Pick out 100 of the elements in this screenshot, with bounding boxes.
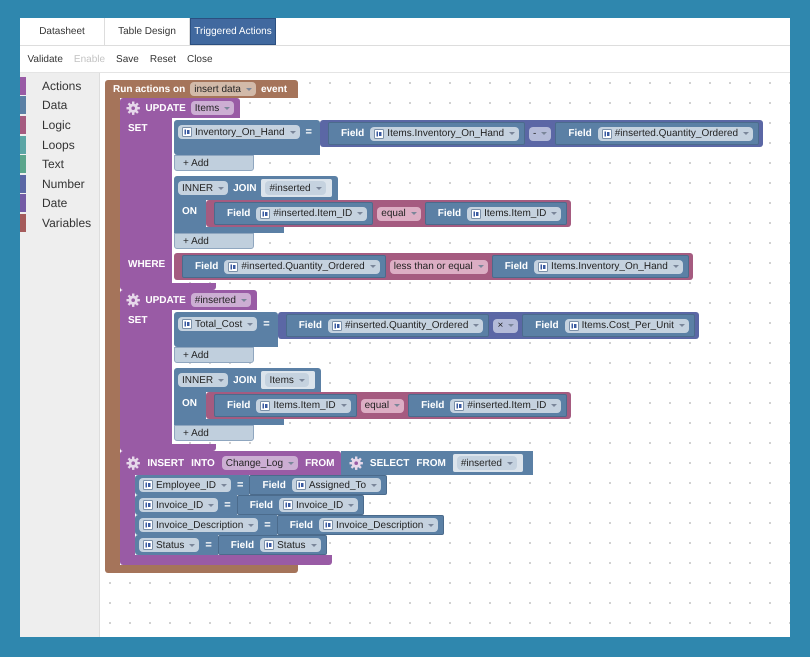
comparison-block[interactable]: Field Items.Item_ID equal Field #inserted.Item_ID bbox=[206, 392, 572, 419]
type-icon bbox=[332, 320, 342, 330]
field-block[interactable]: Field Items.Item_ID bbox=[214, 394, 357, 417]
field-block[interactable]: Field Items.Cost_Per_Unit bbox=[522, 314, 695, 337]
type-icon bbox=[143, 540, 153, 550]
join-block[interactable]: INNER JOIN #inserted bbox=[174, 176, 338, 200]
update-block-header[interactable]: UPDATE Items bbox=[120, 98, 240, 118]
table-dropdown[interactable]: Items bbox=[265, 373, 309, 387]
field-block[interactable]: Field Assigned_To bbox=[249, 475, 388, 495]
category-item[interactable]: Loops bbox=[42, 138, 75, 152]
column-dropdown[interactable]: Invoice_ID bbox=[139, 498, 218, 512]
toolbar-button[interactable]: Reset bbox=[144, 54, 182, 64]
select-block[interactable]: SELECT FROM #inserted bbox=[340, 451, 533, 475]
category-item[interactable]: Number bbox=[42, 176, 85, 191]
add-button[interactable]: + Add bbox=[174, 233, 254, 249]
field-dropdown[interactable]: Status bbox=[260, 538, 320, 552]
field-label: Field bbox=[504, 261, 528, 272]
equals-sign: = bbox=[237, 479, 244, 491]
assignment-block[interactable]: Status = bbox=[135, 535, 218, 555]
operator-dropdown[interactable]: × bbox=[493, 318, 518, 332]
field-dropdown[interactable]: Items.Cost_Per_Unit bbox=[564, 318, 689, 332]
column-dropdown[interactable]: Total_Cost bbox=[178, 317, 258, 331]
add-button[interactable]: + Add bbox=[174, 425, 254, 441]
table-dropdown[interactable]: Items bbox=[190, 101, 234, 115]
operator-dropdown[interactable]: equal bbox=[377, 206, 421, 220]
toolbar-button[interactable]: Validate bbox=[22, 54, 68, 64]
event-block-header[interactable]: Run actions on insert data event bbox=[105, 80, 298, 98]
field-dropdown[interactable]: #inserted.Item_ID bbox=[256, 206, 368, 220]
field-block[interactable]: Field Status bbox=[218, 535, 326, 555]
type-icon bbox=[228, 262, 238, 272]
field-block[interactable]: Field Invoice_Description bbox=[276, 515, 444, 535]
assignment-block[interactable]: Inventory_On_Hand = bbox=[174, 120, 320, 155]
field-block[interactable]: Field #inserted.Quantity_Ordered bbox=[555, 122, 760, 145]
assignment-block[interactable]: Invoice_Description = bbox=[135, 515, 277, 535]
operator-dropdown[interactable]: - bbox=[529, 126, 552, 140]
toolbar-button[interactable]: Close bbox=[181, 54, 218, 64]
toolbar-button[interactable]: Save bbox=[110, 54, 144, 64]
field-block[interactable]: Field Invoice_ID bbox=[236, 495, 364, 515]
add-button[interactable]: + Add bbox=[174, 155, 254, 171]
category-item[interactable]: Date bbox=[42, 196, 68, 210]
table-dropdown[interactable]: #inserted bbox=[456, 456, 517, 470]
field-block[interactable]: Field Items.Item_ID bbox=[424, 202, 568, 225]
caret-icon bbox=[371, 484, 378, 486]
field-block[interactable]: Field Items.Inventory_On_Hand bbox=[492, 255, 689, 278]
field-dropdown[interactable]: Invoice_ID bbox=[279, 498, 358, 512]
field-dropdown[interactable]: Items.Inventory_On_Hand bbox=[370, 126, 520, 140]
operator-dropdown[interactable]: less than or equal bbox=[390, 260, 488, 274]
column-dropdown[interactable]: Invoice_Description bbox=[139, 518, 258, 532]
tab[interactable]: Datasheet bbox=[20, 18, 105, 45]
caret-icon bbox=[316, 186, 322, 190]
caret-icon bbox=[478, 265, 484, 268]
category-item[interactable]: Text bbox=[42, 157, 64, 172]
arithmetic-block[interactable]: Field #inserted.Quantity_Ordered × Field Items.Cost_Per_Unit bbox=[278, 312, 699, 339]
field-block[interactable]: Field #inserted.Quantity_Ordered bbox=[182, 255, 386, 278]
field-dropdown[interactable]: Assigned_To bbox=[292, 478, 382, 492]
field-block[interactable]: Field #inserted.Item_ID bbox=[408, 394, 568, 417]
comparison-block[interactable]: Field #inserted.Quantity_Ordered less than or equal Field Items.Inventory_On_Hand bbox=[174, 253, 693, 280]
category-item[interactable]: Logic bbox=[42, 118, 71, 132]
field-dropdown[interactable]: #inserted.Quantity_Ordered bbox=[598, 126, 754, 140]
equals-sign: = bbox=[263, 318, 270, 330]
column-dropdown[interactable]: Employee_ID bbox=[139, 478, 232, 492]
caret-icon bbox=[672, 265, 679, 268]
equals-sign: = bbox=[205, 539, 212, 551]
table-dropdown[interactable]: Change_Log bbox=[222, 456, 298, 470]
category-item[interactable]: Data bbox=[42, 98, 68, 112]
field-dropdown[interactable]: #inserted.Item_ID bbox=[450, 398, 562, 412]
table-dropdown[interactable]: #inserted bbox=[190, 293, 251, 307]
assignment-block[interactable]: Employee_ID = bbox=[135, 475, 250, 495]
caret-icon bbox=[508, 324, 514, 327]
tab[interactable]: Triggered Actions bbox=[190, 18, 276, 45]
event-dropdown[interactable]: insert data bbox=[190, 82, 256, 96]
on-label: ON bbox=[174, 392, 206, 419]
field-dropdown[interactable]: Items.Item_ID bbox=[467, 206, 562, 220]
update-block-header[interactable]: UPDATE #inserted bbox=[120, 290, 257, 310]
field-dropdown[interactable]: Items.Item_ID bbox=[256, 398, 351, 412]
field-block[interactable]: Field Items.Inventory_On_Hand bbox=[328, 122, 526, 145]
join-block[interactable]: INNER JOIN Items bbox=[174, 368, 321, 392]
arithmetic-block[interactable]: Field Items.Inventory_On_Hand - Field #inserted.Quantity_Ordered bbox=[320, 120, 764, 147]
assignment-block[interactable]: Total_Cost = bbox=[174, 312, 278, 347]
join-type-dropdown[interactable]: INNER bbox=[178, 181, 228, 195]
assignment-block[interactable]: Invoice_ID = bbox=[135, 495, 237, 515]
column-dropdown[interactable]: Inventory_On_Hand bbox=[178, 125, 300, 139]
add-button[interactable]: + Add bbox=[174, 347, 254, 363]
field-block[interactable]: Field #inserted.Quantity_Ordered bbox=[286, 314, 490, 337]
table-dropdown[interactable]: #inserted bbox=[265, 181, 326, 195]
field-block[interactable]: Field #inserted.Item_ID bbox=[214, 202, 374, 225]
category-item[interactable]: Variables bbox=[42, 216, 92, 230]
category-item[interactable]: Actions bbox=[42, 78, 82, 93]
type-icon bbox=[182, 127, 192, 137]
join-type-dropdown[interactable]: INNER bbox=[178, 373, 228, 387]
field-dropdown[interactable]: #inserted.Quantity_Ordered bbox=[328, 318, 484, 332]
operator-dropdown[interactable]: equal bbox=[360, 398, 404, 412]
field-dropdown[interactable]: Invoice_Description bbox=[319, 518, 438, 532]
field-label: Field bbox=[250, 500, 274, 510]
insert-block-header[interactable]: INSERT INTO Change_Log FROM bbox=[120, 451, 341, 475]
column-dropdown[interactable]: Status bbox=[139, 538, 200, 552]
type-icon bbox=[323, 520, 334, 530]
comparison-block[interactable]: Field #inserted.Item_ID equal Field Items.Item_ID bbox=[206, 200, 572, 227]
field-dropdown[interactable]: Items.Inventory_On_Hand bbox=[534, 260, 683, 274]
field-dropdown[interactable]: #inserted.Quantity_Ordered bbox=[224, 260, 380, 274]
